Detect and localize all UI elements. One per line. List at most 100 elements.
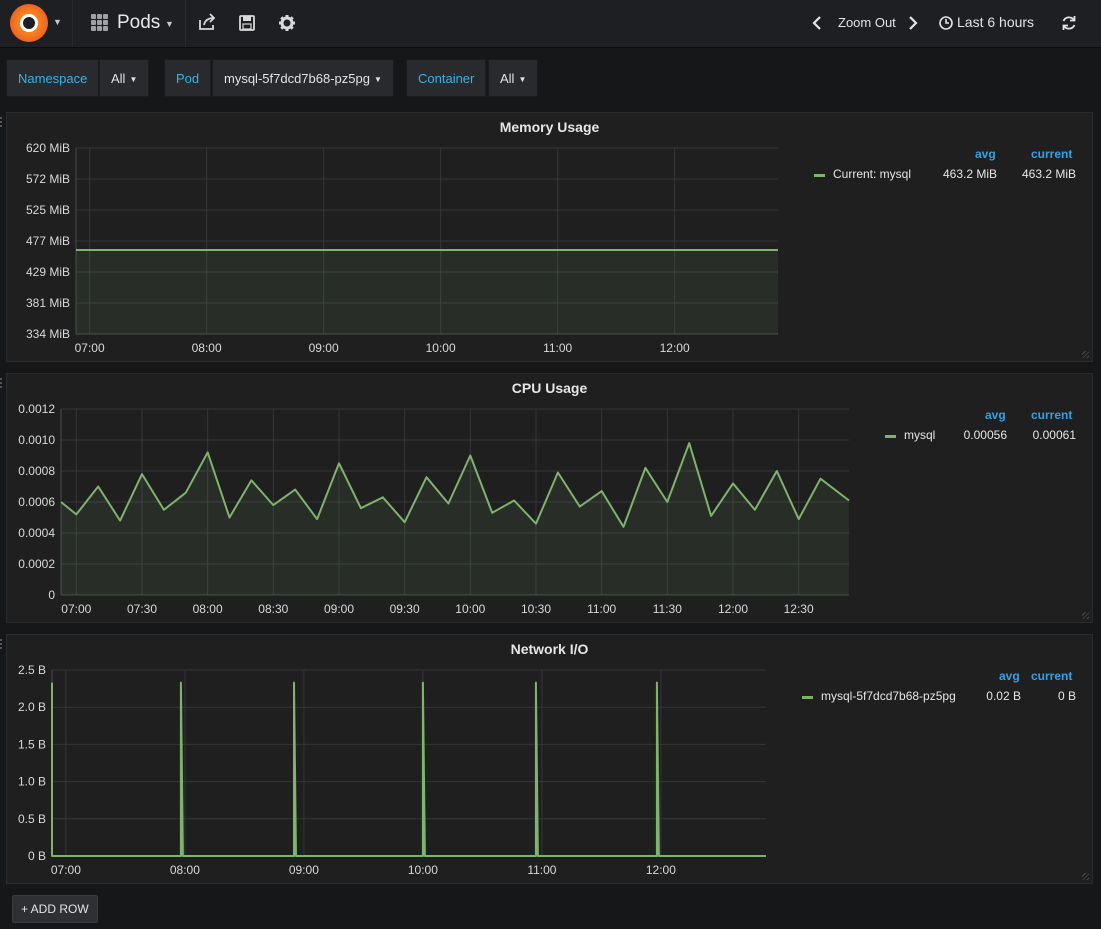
legend-avg-value: 0.00056 bbox=[963, 428, 1007, 442]
variable-label-container: Container bbox=[406, 59, 487, 97]
variable-label-namespace: Namespace bbox=[6, 59, 100, 97]
y-axis-tick-label: 334 MiB bbox=[26, 327, 70, 341]
cpu-usage-chart[interactable]: 0 0.0002 0.0004 0.0006 0.0008 0.0010 0.0012 07:… bbox=[7, 374, 1092, 622]
memory-usage-panel: Memory Usage 334 MiB 381 MiB 429 MiB 477 Mi… bbox=[0, 112, 1093, 362]
x-axis-tick-label: 11:00 bbox=[587, 602, 616, 616]
panel-resize-handle[interactable] bbox=[1082, 612, 1089, 619]
save-icon[interactable] bbox=[236, 12, 258, 34]
variable-select-namespace[interactable]: All ▼ bbox=[99, 59, 150, 97]
x-axis-tick-label: 09:00 bbox=[324, 602, 354, 616]
x-axis-tick-label: 12:00 bbox=[660, 341, 690, 355]
legend-current-value: 0.00061 bbox=[1032, 428, 1076, 442]
y-axis-tick-label: 0.0010 bbox=[18, 433, 55, 447]
legend-swatch bbox=[885, 435, 896, 438]
legend-header-avg[interactable]: avg bbox=[999, 669, 1020, 683]
x-axis-tick-label: 08:30 bbox=[258, 602, 288, 616]
y-axis-tick-label: 0.5 B bbox=[18, 812, 46, 826]
x-axis-tick-label: 10:00 bbox=[455, 602, 485, 616]
x-axis-tick-label: 11:00 bbox=[527, 863, 556, 877]
panel-resize-handle[interactable] bbox=[1082, 873, 1089, 880]
legend-header-current[interactable]: current bbox=[1031, 147, 1072, 161]
caret-down-icon: ▼ bbox=[373, 74, 382, 84]
y-axis-tick-label: 0 bbox=[48, 588, 55, 602]
x-axis-tick-label: 12:30 bbox=[784, 602, 814, 616]
x-axis-tick-label: 07:00 bbox=[61, 602, 91, 616]
legend-header-current[interactable]: current bbox=[1031, 408, 1072, 422]
dashboard-picker[interactable]: Pods ▼ bbox=[73, 0, 186, 47]
x-axis-tick-label: 10:00 bbox=[408, 863, 438, 877]
x-axis-tick-label: 08:00 bbox=[170, 863, 200, 877]
x-axis-tick-label: 11:30 bbox=[653, 602, 682, 616]
row-drag-handle-icon[interactable] bbox=[0, 639, 3, 651]
x-axis-tick-label: 07:00 bbox=[75, 341, 105, 355]
clock-icon bbox=[939, 16, 953, 30]
caret-down-icon: ▼ bbox=[165, 19, 174, 29]
x-axis-tick-label: 08:00 bbox=[193, 602, 223, 616]
y-axis-tick-label: 1.0 B bbox=[18, 775, 46, 789]
y-axis-tick-label: 0.0012 bbox=[18, 402, 55, 416]
grafana-logo-icon bbox=[10, 4, 48, 42]
y-axis-tick-label: 572 MiB bbox=[26, 172, 70, 186]
share-icon[interactable] bbox=[196, 12, 218, 34]
x-axis-tick-label: 07:30 bbox=[127, 602, 157, 616]
legend-current-value: 0 B bbox=[1057, 689, 1076, 703]
caret-down-icon: ▼ bbox=[129, 74, 138, 84]
add-row-button[interactable]: + ADD ROW bbox=[12, 895, 98, 923]
variable-label-pod: Pod bbox=[164, 59, 212, 97]
y-axis-tick-label: 0.0006 bbox=[18, 495, 55, 509]
dashboard-title: Pods bbox=[117, 12, 161, 33]
zoom-out-button[interactable]: Zoom Out bbox=[838, 15, 896, 30]
y-axis-tick-label: 620 MiB bbox=[26, 141, 70, 155]
chevron-right-icon[interactable] bbox=[906, 12, 920, 34]
legend-header-avg[interactable]: avg bbox=[975, 147, 996, 161]
legend-series-name[interactable]: Current: mysql bbox=[833, 167, 911, 181]
grafana-menu-button[interactable]: ▼ bbox=[0, 0, 73, 47]
y-axis-tick-label: 2.5 B bbox=[18, 663, 46, 677]
y-axis-tick-label: 1.5 B bbox=[18, 737, 46, 751]
series-area-fill bbox=[76, 250, 778, 334]
legend-header-avg[interactable]: avg bbox=[985, 408, 1006, 422]
network-io-panel: Network I/O 0 B 0.5 B 1.0 B 1.5 B 2.0 B 2.5 B… bbox=[0, 634, 1093, 884]
chevron-left-icon[interactable] bbox=[810, 12, 824, 34]
gear-icon[interactable] bbox=[276, 12, 298, 34]
y-axis-tick-label: 525 MiB bbox=[26, 203, 70, 217]
y-axis-tick-label: 0 B bbox=[28, 849, 46, 863]
legend-series-name[interactable]: mysql bbox=[904, 428, 935, 442]
x-axis-tick-label: 10:30 bbox=[521, 602, 551, 616]
x-axis-tick-label: 08:00 bbox=[192, 341, 222, 355]
row-drag-handle-icon[interactable] bbox=[0, 378, 3, 390]
y-axis-tick-label: 2.0 B bbox=[18, 700, 46, 714]
x-axis-tick-label: 12:00 bbox=[646, 863, 676, 877]
y-axis-tick-label: 429 MiB bbox=[26, 265, 70, 279]
x-axis-tick-label: 12:00 bbox=[718, 602, 748, 616]
y-axis-tick-label: 0.0008 bbox=[18, 464, 55, 478]
memory-usage-chart[interactable]: 334 MiB 381 MiB 429 MiB 477 MiB 525 MiB 572 M… bbox=[7, 113, 1092, 361]
legend-avg-value: 463.2 MiB bbox=[942, 167, 997, 181]
y-axis-tick-label: 381 MiB bbox=[26, 296, 70, 310]
x-axis-tick-label: 10:00 bbox=[426, 341, 456, 355]
legend-current-value: 463.2 MiB bbox=[1021, 167, 1076, 181]
y-axis-tick-label: 0.0004 bbox=[18, 526, 55, 540]
top-navbar: ▼ Pods ▼ Zoom Out Last 6 hours bbox=[0, 0, 1101, 48]
x-axis-tick-label: 09:00 bbox=[289, 863, 319, 877]
network-io-chart[interactable]: 0 B 0.5 B 1.0 B 1.5 B 2.0 B 2.5 B 07:00 08:00 09… bbox=[7, 635, 1092, 883]
variable-select-pod[interactable]: mysql-5f7dcd7b68-pz5pg ▼ bbox=[212, 59, 394, 97]
x-axis-tick-label: 07:00 bbox=[51, 863, 81, 877]
cpu-usage-panel: CPU Usage 0 0.0002 0.0004 0.0006 0.0008 0.001… bbox=[0, 373, 1093, 623]
y-axis-tick-label: 0.0002 bbox=[18, 557, 55, 571]
caret-down-icon: ▼ bbox=[518, 74, 527, 84]
time-range-picker[interactable]: Last 6 hours bbox=[957, 14, 1034, 30]
refresh-icon[interactable] bbox=[1060, 14, 1078, 32]
variable-select-container[interactable]: All ▼ bbox=[488, 59, 539, 97]
x-axis-tick-label: 11:00 bbox=[543, 341, 572, 355]
legend-swatch bbox=[802, 696, 813, 699]
panel-resize-handle[interactable] bbox=[1082, 351, 1089, 358]
legend-swatch bbox=[814, 174, 825, 177]
x-axis-tick-label: 09:30 bbox=[390, 602, 420, 616]
dashboard-grid-icon bbox=[91, 14, 109, 32]
row-drag-handle-icon[interactable] bbox=[0, 117, 3, 129]
y-axis-tick-label: 477 MiB bbox=[26, 234, 70, 248]
x-axis-tick-label: 09:00 bbox=[309, 341, 339, 355]
legend-header-current[interactable]: current bbox=[1031, 669, 1072, 683]
legend-series-name[interactable]: mysql-5f7dcd7b68-pz5pg bbox=[821, 689, 956, 703]
